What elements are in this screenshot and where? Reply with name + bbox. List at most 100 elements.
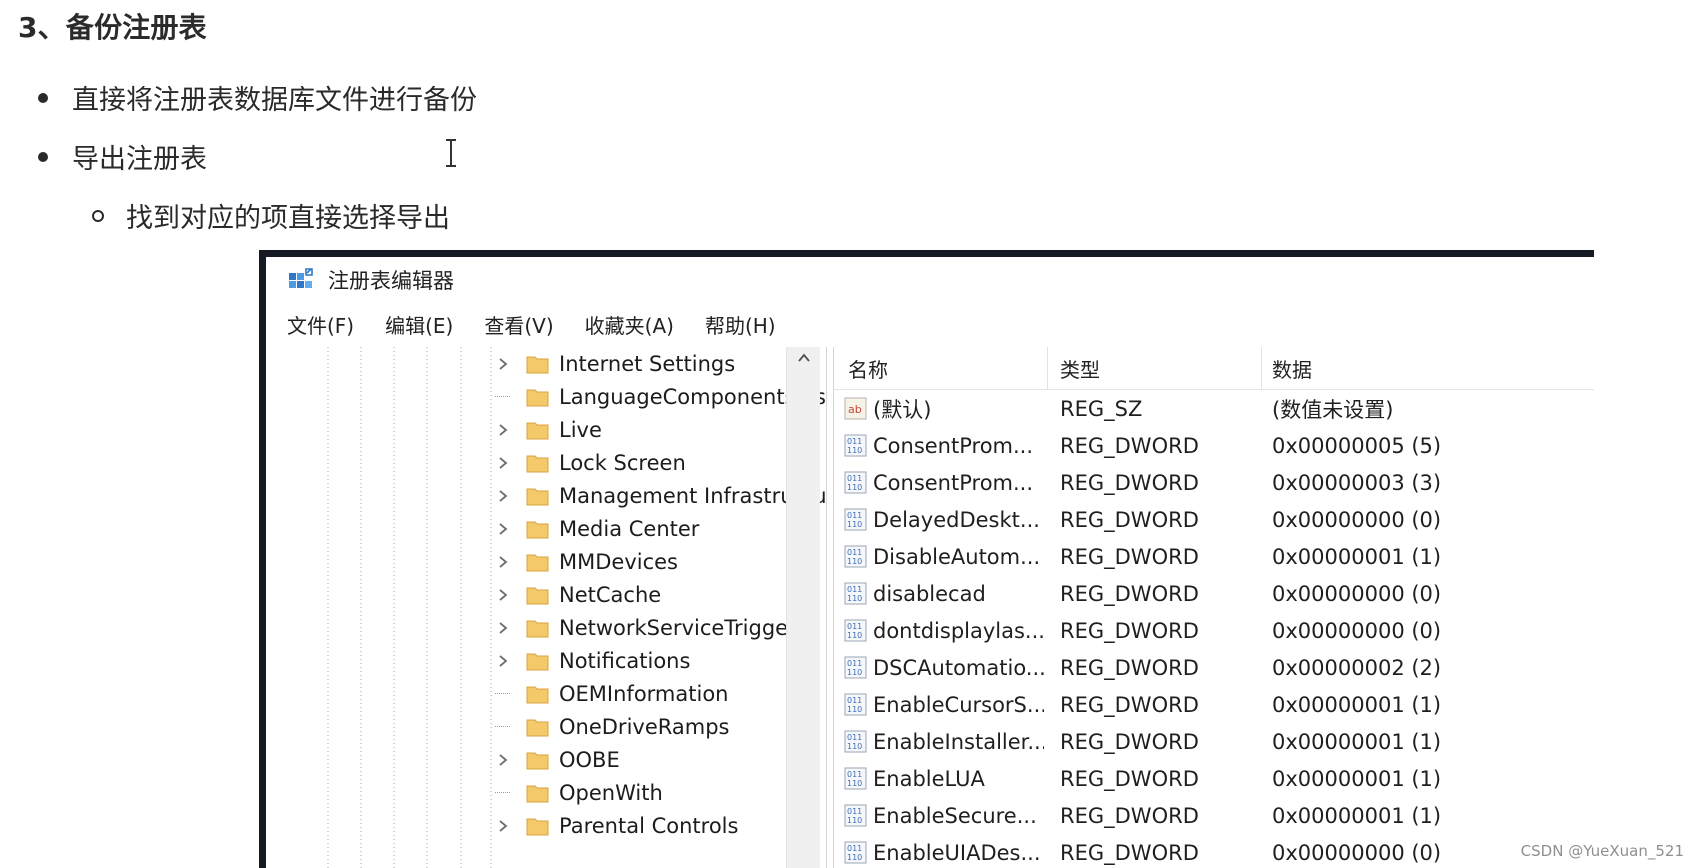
tree-item[interactable]: Lock Screen (495, 446, 686, 479)
value-name: EnableSecure... (873, 803, 1037, 828)
value-name-cell: 011 110 EnableCursorS... (844, 686, 1044, 723)
svg-text:011: 011 (847, 844, 862, 853)
menu-edit[interactable]: 编辑(E) (383, 310, 455, 339)
tree-item[interactable]: OOBE (495, 743, 620, 776)
chevron-right-icon[interactable] (495, 554, 511, 570)
table-row[interactable]: 011 110 DisableAutom... REG_DWORD 0x00000… (834, 538, 1594, 575)
folder-icon (526, 686, 549, 704)
table-row[interactable]: ab (默认) REG_SZ (数值未设置) (834, 390, 1594, 427)
window-titlebar[interactable]: 注册表编辑器 (266, 257, 1594, 303)
tree-item[interactable]: NetCache (495, 578, 661, 611)
chevron-right-icon[interactable] (495, 455, 511, 471)
tree-item[interactable]: Notifications (495, 644, 690, 677)
tree-item[interactable]: Management Infrastructu (495, 479, 826, 512)
bullet-text: 直接将注册表数据库文件进行备份 (72, 85, 477, 116)
chevron-right-icon[interactable] (495, 752, 511, 768)
svg-text:011: 011 (847, 770, 862, 779)
value-type-cell: REG_DWORD (1060, 766, 1199, 791)
dword-value-icon: 011110 (844, 804, 867, 827)
dword-value-icon: 011110 (844, 434, 867, 457)
tree-item[interactable]: MMDevices (495, 545, 678, 578)
registry-tree-pane[interactable]: Internet Settings LanguageComponentsInst… (270, 347, 827, 868)
folder-icon (526, 653, 549, 671)
menu-help[interactable]: 帮助(H) (703, 310, 778, 339)
chevron-right-icon[interactable] (495, 587, 511, 603)
chevron-right-icon[interactable] (495, 818, 511, 834)
svg-text:110: 110 (847, 779, 862, 788)
table-row[interactable]: 011 110 EnableLUA REG_DWORD 0x00000001 (1… (834, 760, 1594, 797)
folder-icon (526, 719, 549, 737)
menu-file[interactable]: 文件(F) (285, 310, 356, 339)
value-name: DisableAutom... (873, 544, 1041, 569)
tree-item[interactable]: NetworkServiceTriggers (495, 611, 808, 644)
chevron-right-icon[interactable] (495, 422, 511, 438)
tree-item-label: OEMInformation (559, 681, 729, 706)
tree-item[interactable]: OpenWith (495, 776, 663, 809)
value-data-cell: 0x00000001 (1) (1272, 729, 1442, 754)
menu-favorites[interactable]: 收藏夹(A) (583, 310, 676, 339)
menu-view[interactable]: 查看(V) (482, 310, 555, 339)
table-row[interactable]: 011 110 ConsentProm... REG_DWORD 0x000000… (834, 464, 1594, 501)
chevron-right-icon[interactable] (495, 653, 511, 669)
svg-text:ab: ab (848, 403, 862, 416)
chevron-right-icon[interactable] (495, 620, 511, 636)
section-heading: 3、备份注册表 (18, 11, 207, 44)
registry-values-pane[interactable]: 名称 类型 数据 ab (默认) REG_SZ (数值未设置) 011 110 C… (833, 347, 1594, 868)
folder-icon (526, 554, 549, 572)
table-row[interactable]: 011 110 EnableInstaller... REG_DWORD 0x00… (834, 723, 1594, 760)
value-data-cell: 0x00000001 (1) (1272, 544, 1442, 569)
value-data-cell: 0x00000000 (0) (1272, 581, 1442, 606)
tree-item-label: Internet Settings (559, 351, 736, 376)
tree-item[interactable]: Internet Settings (495, 347, 735, 380)
tree-item[interactable]: LanguageComponentsInst (495, 380, 826, 413)
svg-text:110: 110 (847, 742, 862, 751)
table-row[interactable]: 011 110 dontdisplaylas... REG_DWORD 0x000… (834, 612, 1594, 649)
table-row[interactable]: 011 110 DelayedDeskt... REG_DWORD 0x00000… (834, 501, 1594, 538)
dword-value-icon: 011110 (844, 656, 867, 679)
tree-item[interactable]: Media Center (495, 512, 699, 545)
chevron-right-icon[interactable] (495, 521, 511, 537)
tree-connector (495, 776, 510, 793)
value-type-cell: REG_DWORD (1060, 692, 1199, 717)
dword-value-icon: 011110 (844, 471, 867, 494)
value-name: EnableCursorS... (873, 692, 1044, 717)
sub-bullet-text: 找到对应的项直接选择导出 (126, 203, 450, 234)
value-name: EnableUIADes... (873, 840, 1041, 865)
tree-item[interactable]: OneDriveRamps (495, 710, 729, 743)
svg-text:110: 110 (847, 594, 862, 603)
table-row[interactable]: 011 110 EnableSecure... REG_DWORD 0x00000… (834, 797, 1594, 834)
table-row[interactable]: 011 110 EnableCursorS... REG_DWORD 0x0000… (834, 686, 1594, 723)
table-row[interactable]: 011 110 EnableUIADes... REG_DWORD 0x00000… (834, 834, 1594, 868)
column-header-data[interactable]: 数据 (1262, 347, 1594, 389)
chevron-up-icon[interactable] (796, 350, 812, 366)
table-row[interactable]: 011 110 DSCAutomatio... REG_DWORD 0x00000… (834, 649, 1594, 686)
value-data-cell: 0x00000001 (1) (1272, 692, 1442, 717)
tree-item-label: MMDevices (559, 549, 678, 574)
text-cursor-icon (446, 139, 456, 167)
tree-scrollbar[interactable] (786, 347, 820, 868)
tree-item-label: OOBE (559, 747, 620, 772)
value-name: EnableLUA (873, 766, 985, 791)
tree-item[interactable]: Live (495, 413, 602, 446)
registry-editor-window: 注册表编辑器 文件(F) 编辑(E) 查看(V) 收藏夹(A) 帮助(H) In… (259, 250, 1594, 868)
table-row[interactable]: 011 110 disablecad REG_DWORD 0x00000000 (… (834, 575, 1594, 612)
table-header-row: 名称 类型 数据 (834, 347, 1594, 390)
table-row[interactable]: 011 110 ConsentProm... REG_DWORD 0x000000… (834, 427, 1594, 464)
svg-text:110: 110 (847, 631, 862, 640)
column-header-type[interactable]: 类型 (1048, 347, 1262, 389)
value-data-cell: 0x00000000 (0) (1272, 618, 1442, 643)
value-data-cell: 0x00000000 (0) (1272, 507, 1442, 532)
value-type-cell: REG_SZ (1060, 396, 1143, 421)
folder-icon (526, 422, 549, 440)
svg-text:011: 011 (847, 659, 862, 668)
value-name-cell: 011 110 EnableUIADes... (844, 834, 1044, 868)
column-header-name[interactable]: 名称 (834, 347, 1048, 389)
chevron-right-icon[interactable] (495, 356, 511, 372)
svg-text:110: 110 (847, 557, 862, 566)
tree-item[interactable]: Parental Controls (495, 809, 738, 842)
bullet-item: 直接将注册表数据库文件进行备份 (38, 78, 477, 117)
svg-text:011: 011 (847, 511, 862, 520)
tree-item-label: Notifications (559, 648, 691, 673)
chevron-right-icon[interactable] (495, 488, 511, 504)
tree-item[interactable]: OEMInformation (495, 677, 728, 710)
